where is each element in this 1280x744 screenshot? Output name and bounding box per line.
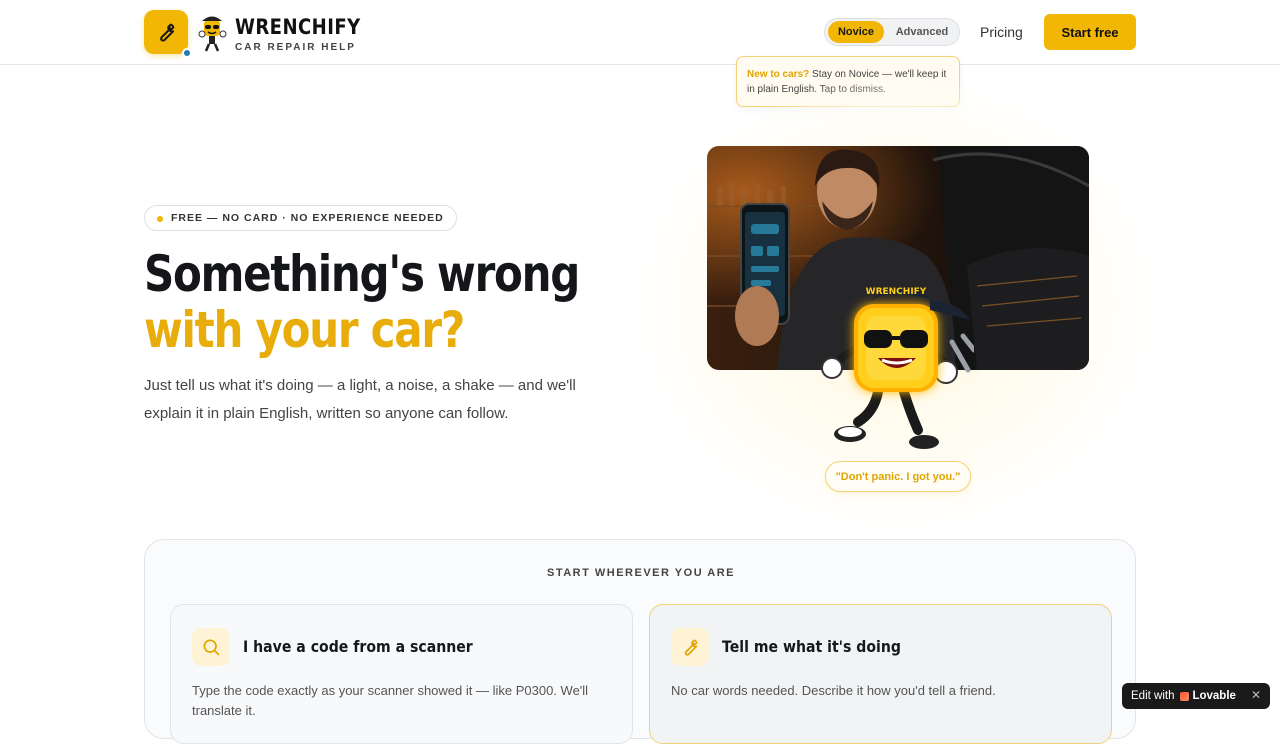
- tooltip-lead: New to cars?: [747, 69, 810, 80]
- mascot-quote: "Don't panic. I got you.": [825, 461, 971, 492]
- panel-title: START WHEREVER YOU ARE: [546, 567, 736, 579]
- heart-icon: [1180, 691, 1190, 701]
- hero-title-line1: Something's wrong: [144, 245, 580, 303]
- top-navbar: WRENCHIFY CAR REPAIR HELP Novice Advance…: [0, 0, 1280, 65]
- hero-lead: Just tell us what it's doing — a light, …: [144, 377, 576, 422]
- card-text: Type the code exactly as your scanner sh…: [192, 683, 589, 718]
- mascot-cap-text: WRENCHIFY: [866, 287, 927, 297]
- badge-dot: [157, 216, 163, 222]
- brand-name: WRENCHIFY: [235, 15, 361, 39]
- hero-title-line2: with your car?: [144, 301, 465, 359]
- mode-advanced-button[interactable]: Advanced: [889, 21, 955, 43]
- free-badge: FREE — NO CARD · NO EXPERIENCE NEEDED: [144, 205, 457, 231]
- edit-with-lovable-badge[interactable]: Edit with Lovable ✕: [1122, 683, 1270, 709]
- card-icon-wrap: [671, 628, 709, 666]
- lovable-prefix: Edit with: [1131, 690, 1175, 702]
- lovable-brand: Lovable: [1192, 690, 1236, 702]
- card-scanner-code[interactable]: I have a code from a scanner Type the co…: [170, 604, 633, 744]
- start-panel: START WHEREVER YOU ARE I have a code fro…: [144, 539, 1136, 744]
- start-free-button[interactable]: Start free: [1044, 14, 1136, 50]
- search-icon: [203, 639, 220, 656]
- hero-title: Something's wrong with your car?: [144, 245, 580, 359]
- mode-novice-button[interactable]: Novice: [828, 21, 884, 43]
- brand[interactable]: WRENCHIFY CAR REPAIR HELP: [235, 14, 381, 53]
- card-text: No car words needed. Describe it how you…: [671, 683, 996, 698]
- wrench-icon: [684, 639, 698, 656]
- card-describe-symptom[interactable]: Tell me what it's doing No car words nee…: [649, 604, 1112, 744]
- nav-pricing-link[interactable]: Pricing: [980, 24, 1023, 40]
- card-title: Tell me what it's doing: [722, 637, 901, 656]
- card-icon-wrap: [192, 628, 230, 666]
- logo-button[interactable]: [144, 10, 188, 54]
- status-dot: [182, 48, 192, 58]
- mode-toggle: Novice Advanced: [824, 18, 960, 46]
- badge-text: FREE — NO CARD · NO EXPERIENCE NEEDED: [171, 212, 444, 224]
- mascot-icon: [198, 16, 227, 52]
- card-title: I have a code from a scanner: [243, 637, 473, 656]
- close-icon[interactable]: ✕: [1251, 688, 1261, 702]
- wrench-icon: [160, 23, 175, 42]
- brand-tagline: CAR REPAIR HELP: [235, 42, 356, 53]
- mascot-illustration: WRENCHIFY: [821, 287, 974, 449]
